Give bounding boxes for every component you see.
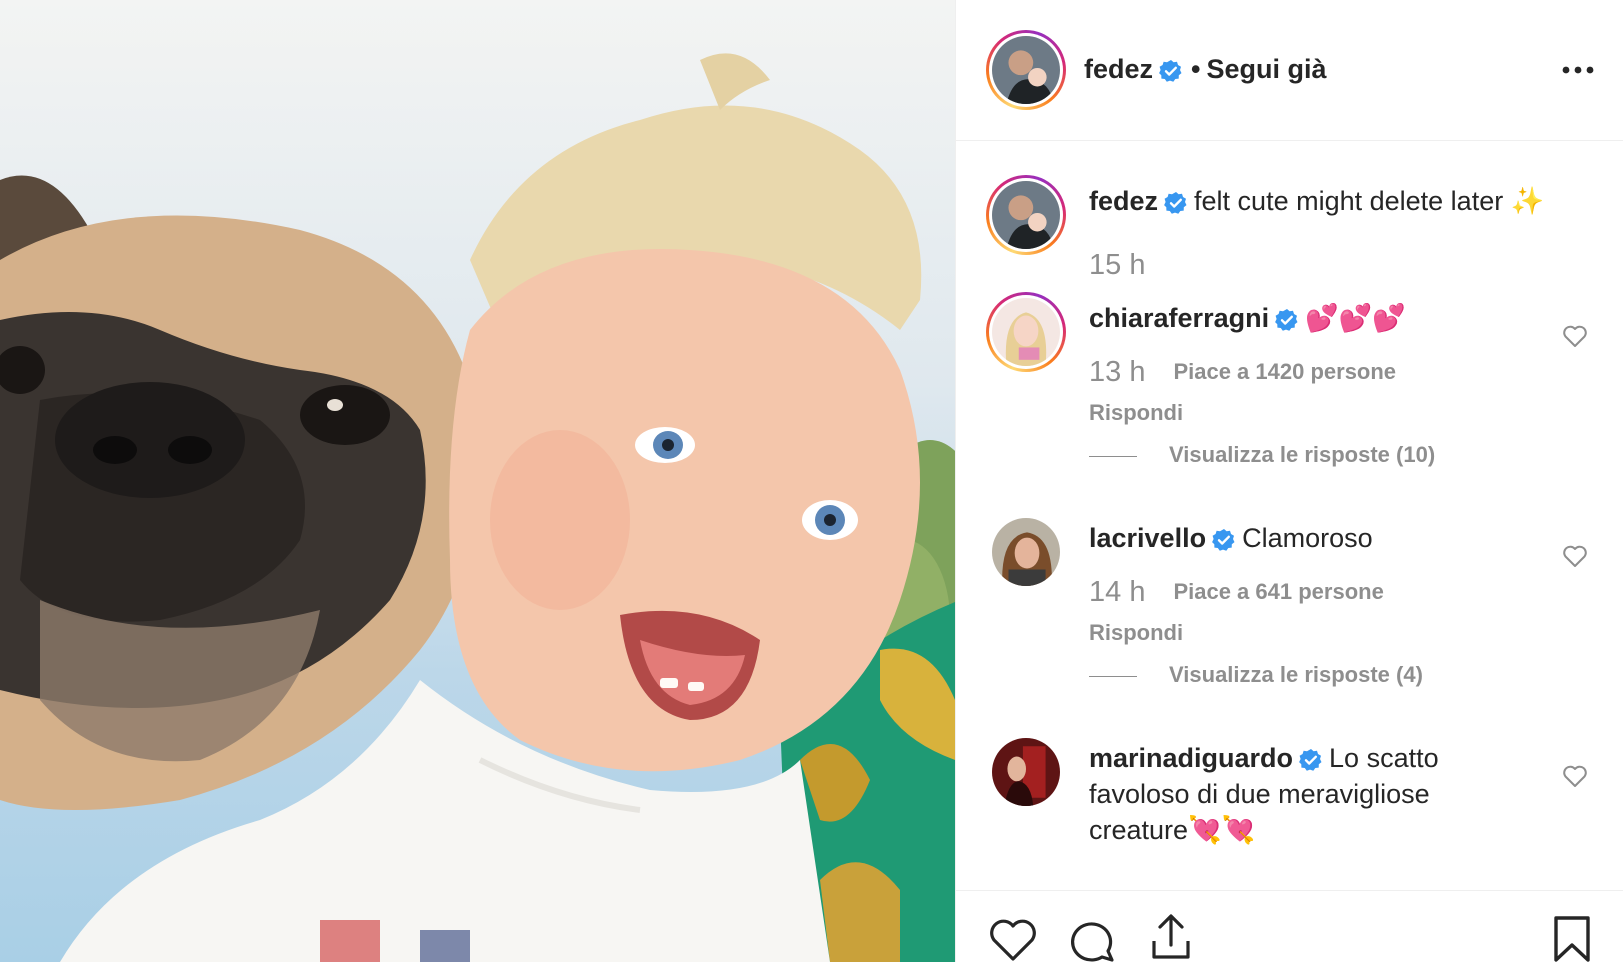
author-username[interactable]: fedez — [1084, 54, 1153, 84]
comment-avatar[interactable] — [992, 518, 1060, 586]
verified-badge-icon — [1275, 308, 1298, 331]
comment-icon[interactable] — [1068, 917, 1116, 963]
author-line: fedez • Segui già — [1084, 50, 1327, 88]
view-replies-label: Visualizza le risposte (4) — [1169, 662, 1423, 687]
follow-status-button[interactable]: Segui già — [1206, 54, 1326, 84]
caption-time[interactable]: 15 h — [1089, 249, 1145, 281]
verified-badge-icon — [1164, 191, 1187, 214]
caption-meta: 15 h — [1089, 249, 1145, 282]
comment-like-heart-icon[interactable] — [1562, 764, 1588, 788]
comment-meta: 13 h Piace a 1420 persone — [1089, 356, 1396, 389]
photo-illustration — [0, 53, 955, 962]
share-icon[interactable] — [1148, 911, 1194, 963]
comment-username[interactable]: marinadiguardo — [1089, 743, 1293, 773]
verified-badge-icon — [1212, 528, 1235, 551]
avatar-image — [992, 36, 1060, 104]
avatar-image — [992, 298, 1060, 366]
more-options-icon[interactable] — [1558, 58, 1598, 82]
comment-username[interactable]: chiaraferragni — [1089, 303, 1269, 333]
reply-button[interactable]: Rispondi — [1089, 400, 1183, 426]
avatar-image — [992, 518, 1060, 586]
caption-text: felt cute might delete later ✨ — [1194, 186, 1545, 216]
comment-body: chiaraferragni 💕💕💕 — [1089, 300, 1519, 336]
view-replies-button[interactable]: Visualizza le risposte (10) — [1089, 442, 1435, 468]
view-replies-button[interactable]: Visualizza le risposte (4) — [1089, 662, 1423, 688]
comment-like-heart-icon[interactable] — [1562, 324, 1588, 348]
post-photo[interactable] — [0, 0, 955, 962]
avatar-image — [992, 181, 1060, 249]
comment-avatar[interactable] — [992, 738, 1060, 806]
verified-badge-icon — [1159, 59, 1182, 82]
post-sidebar: fedez • Segui già fedez felt cute might del… — [955, 0, 1623, 962]
caption-avatar[interactable] — [986, 175, 1066, 255]
comment-likes[interactable]: Piace a 1420 persone — [1173, 359, 1396, 384]
comment-time[interactable]: 13 h — [1089, 356, 1145, 388]
post-header: fedez • Segui già — [956, 0, 1623, 141]
caption-body: fedez felt cute might delete later ✨ — [1089, 183, 1589, 219]
replies-divider-line — [1089, 675, 1137, 677]
comment-username[interactable]: lacrivello — [1089, 523, 1206, 553]
comment-time[interactable]: 14 h — [1089, 576, 1145, 608]
heart-icon[interactable] — [988, 917, 1038, 963]
author-avatar[interactable] — [986, 30, 1066, 110]
comment-text: 💕💕💕 — [1305, 303, 1406, 333]
reply-button[interactable]: Rispondi — [1089, 620, 1183, 646]
action-bar — [956, 890, 1623, 963]
comment-body: marinadiguardo Lo scatto favoloso di due … — [1089, 740, 1469, 848]
separator-dot: • — [1191, 54, 1201, 84]
comment-body: lacrivello Clamoroso — [1089, 520, 1519, 556]
verified-badge-icon — [1299, 748, 1322, 771]
comment-like-heart-icon[interactable] — [1562, 544, 1588, 568]
bookmark-icon[interactable] — [1552, 915, 1592, 963]
comment-text: Clamoroso — [1242, 523, 1373, 553]
comment-meta: 14 h Piace a 641 persone — [1089, 576, 1384, 609]
view-replies-label: Visualizza le risposte (10) — [1169, 442, 1436, 467]
replies-divider-line — [1089, 455, 1137, 457]
avatar-image — [992, 738, 1060, 806]
comment-likes[interactable]: Piace a 641 persone — [1173, 579, 1383, 604]
comment-avatar[interactable] — [986, 292, 1066, 372]
caption-username[interactable]: fedez — [1089, 186, 1158, 216]
